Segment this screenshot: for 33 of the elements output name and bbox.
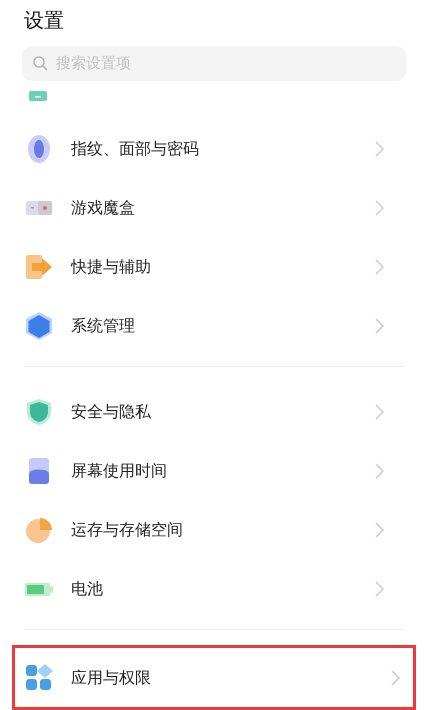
navigation-icon: [29, 91, 47, 102]
settings-item[interactable]: 安全与隐私: [0, 382, 428, 441]
settings-item[interactable]: 电池: [0, 559, 428, 618]
chevron-right-icon: [375, 200, 384, 216]
chevron-right-icon: [375, 404, 384, 420]
search-icon: [32, 55, 48, 72]
settings-item[interactable]: 运存与存储空间: [0, 500, 428, 559]
chevron-right-icon: [375, 580, 384, 596]
chevron-right-icon: [375, 318, 384, 334]
shield-icon: [24, 396, 54, 426]
settings-item[interactable]: 系统管理: [0, 296, 428, 355]
settings-item[interactable]: 应用与权限: [15, 648, 413, 707]
item-label: 应用与权限: [71, 666, 152, 688]
chevron-right-icon: [375, 522, 384, 538]
chevron-right-icon: [375, 258, 384, 274]
page-title: 设置: [23, 7, 65, 34]
item-label: 游戏魔盒: [71, 196, 136, 218]
settings-item[interactable]: 快捷与辅助: [0, 237, 428, 296]
item-label: 屏幕使用时间: [71, 460, 168, 482]
item-label: 安全与隐私: [71, 400, 152, 422]
item-label: 快捷与辅助: [71, 256, 152, 278]
settings-item[interactable]: 游戏魔盒: [0, 178, 428, 237]
item-label: 运存与存储空间: [71, 518, 184, 540]
apps-icon: [24, 662, 54, 692]
hexagon-icon: [24, 310, 54, 340]
item-label: 电池: [71, 578, 104, 600]
chevron-right-icon: [375, 462, 384, 478]
item-label: 系统管理: [71, 314, 136, 336]
settings-item[interactable]: 指纹、面部与密码: [0, 119, 428, 178]
chevron-right-icon: [375, 140, 384, 156]
settings-item[interactable]: 屏幕使用时间: [0, 441, 428, 500]
chevron-right-icon: [391, 670, 400, 686]
item-label: 指纹、面部与密码: [71, 138, 200, 160]
